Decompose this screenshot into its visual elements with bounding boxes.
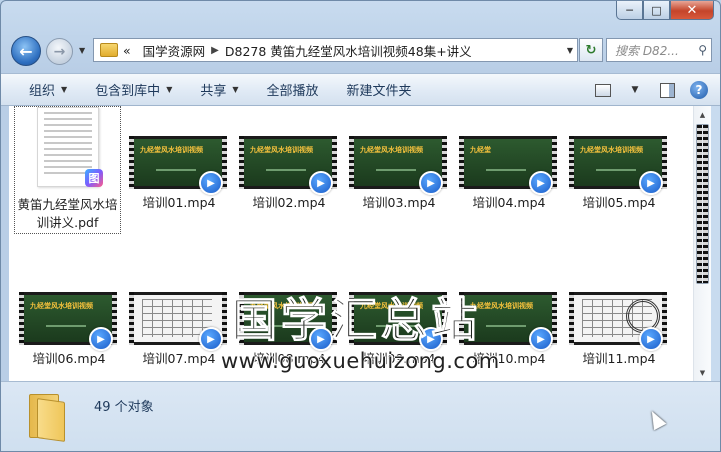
play-all-label: 全部播放 [266,84,319,99]
command-bar: 组织 ▼ 包含到库中 ▼ 共享 ▼ 全部播放 新建文件夹 ▼ ? [1,73,720,106]
media-player-badge-icon: ▶ [529,171,553,195]
file-item-video[interactable]: 九经堂风水培训视频 ▶ 培训01.mp4 [129,136,229,212]
play-all-button[interactable]: 全部播放 [253,80,333,99]
toolbar-right-group: ▼ ? [592,80,710,100]
scrollbar-thumb[interactable] [696,124,709,284]
frame-title: 九经堂 [470,146,491,154]
folder-icon [100,43,118,57]
chevron-down-icon: ▼ [61,85,68,94]
media-player-badge-icon: ▶ [419,171,443,195]
address-dropdown-icon[interactable]: ▼ [567,46,573,55]
file-name[interactable]: 培训03.mp4 [345,194,453,212]
details-pane: 49 个对象 [1,381,720,451]
new-folder-button[interactable]: 新建文件夹 [333,80,426,99]
frame-title: 九经堂风水培训视频 [360,146,423,154]
frame-title: 九经堂风水培训视频 [580,146,643,154]
change-view-button[interactable] [592,80,614,100]
media-player-badge-icon: ▶ [89,327,113,351]
new-folder-label: 新建文件夹 [346,84,412,99]
view-options-dropdown[interactable]: ▼ [624,80,646,100]
breadcrumb-item-guoxue[interactable]: 国学资源网 [143,41,206,60]
media-player-badge-icon: ▶ [639,171,663,195]
frame-title: 九经堂风水培训视频 [30,302,93,310]
organize-menu[interactable]: 组织 ▼ [15,80,81,99]
scroll-up-icon[interactable]: ▲ [694,106,711,123]
file-name[interactable]: 培训04.mp4 [455,194,563,212]
breadcrumb-overflow[interactable]: « [123,43,131,58]
media-player-badge-icon: ▶ [529,327,553,351]
media-player-badge-icon: ▶ [199,327,223,351]
file-name[interactable]: 培训06.mp4 [15,350,123,368]
navigation-bar: ← → ▼ « 国学资源网 ▶ D8278 黄笛九经堂风水培训视频48集+讲义 … [1,34,720,68]
file-item-video[interactable]: 九经堂 ▶ 培训04.mp4 [459,136,559,212]
recent-pages-dropdown[interactable]: ▼ [79,46,85,55]
organize-label: 组织 [29,84,56,99]
forward-arrow-icon: → [53,43,66,60]
explorer-window: ─ □ ✕ ← → ▼ « 国学资源网 ▶ D8278 黄笛九经堂风水培训视频4… [0,0,721,452]
caption-buttons: ─ □ ✕ [616,1,714,20]
watermark-url: www.guoxuehuizong.com [221,349,500,373]
media-player-badge-icon: ▶ [199,171,223,195]
forward-button[interactable]: → [46,38,73,65]
include-in-library-label: 包含到库中 [95,84,161,99]
refresh-button[interactable]: ↻ [579,38,603,62]
vertical-scrollbar[interactable]: ▲ ▼ [693,106,711,381]
file-item-video[interactable]: ▶ 培训11.mp4 [569,292,669,368]
media-player-badge-icon: ▶ [639,327,663,351]
item-count: 49 个对象 [94,400,154,415]
window-border [711,106,720,381]
refresh-icon: ↻ [585,42,597,58]
file-name[interactable]: 培训05.mp4 [565,194,673,212]
file-name[interactable]: 培训11.mp4 [565,350,673,368]
chevron-down-icon: ▼ [232,85,239,94]
file-name[interactable]: 培训02.mp4 [235,194,343,212]
file-item-video[interactable]: 九经堂风水培训视频 ▶ 培训06.mp4 [19,292,119,368]
file-item-video[interactable]: 九经堂风水培训视频 ▶ 培训05.mp4 [569,136,669,212]
minimize-button[interactable]: ─ [616,1,643,20]
mouse-cursor-icon [645,407,667,431]
file-item-video[interactable]: 九经堂风水培训视频 ▶ 培训03.mp4 [349,136,449,212]
share-menu[interactable]: 共享 ▼ [186,80,252,99]
search-icon[interactable]: ⚲ [698,43,707,57]
breadcrumb-separator-icon[interactable]: ▶ [211,45,219,56]
back-arrow-icon: ← [19,41,33,61]
view-icon [595,83,611,97]
chevron-down-icon: ▼ [166,85,173,94]
frame-title: 九经堂风水培训视频 [250,146,313,154]
search-placeholder: 搜索 D82... [615,43,679,58]
search-input[interactable]: 搜索 D82... ⚲ [606,38,712,62]
file-item-video[interactable]: ▶ 培训07.mp4 [129,292,229,368]
folder-large-icon [29,394,67,442]
share-label: 共享 [200,84,227,99]
media-player-badge-icon: ▶ [309,171,333,195]
help-icon: ? [690,81,708,99]
frame-title: 九经堂风水培训视频 [140,146,203,154]
file-list: 图 黄笛九经堂风水培训讲义.pdf 九经堂风水培训视频 ▶ 培训01.mp4 九经堂风… [9,106,693,381]
back-button[interactable]: ← [11,36,41,66]
close-button[interactable]: ✕ [670,1,714,20]
maximize-button[interactable]: □ [643,1,670,20]
watermark-title: 国学汇总站 [231,293,481,348]
file-item-pdf[interactable]: 图 黄笛九经堂风水培训讲义.pdf [14,106,121,234]
breadcrumb-item-current-folder[interactable]: D8278 黄笛九经堂风水培训视频48集+讲义 [225,41,472,60]
address-bar[interactable]: « 国学资源网 ▶ D8278 黄笛九经堂风水培训视频48集+讲义 ▼ [93,38,578,62]
preview-pane-icon [659,82,675,98]
help-button[interactable]: ? [688,80,710,100]
include-in-library-menu[interactable]: 包含到库中 ▼ [81,80,186,99]
file-name[interactable]: 培训01.mp4 [125,194,233,212]
file-name[interactable]: 黄笛九经堂风水培训讲义.pdf [15,196,120,232]
scroll-down-icon[interactable]: ▼ [694,364,711,381]
file-name[interactable]: 培训07.mp4 [125,350,233,368]
preview-pane-button[interactable] [656,80,678,100]
pdf-app-badge-icon: 图 [85,169,103,187]
file-item-video[interactable]: 九经堂风水培训视频 ▶ 培训02.mp4 [239,136,339,212]
